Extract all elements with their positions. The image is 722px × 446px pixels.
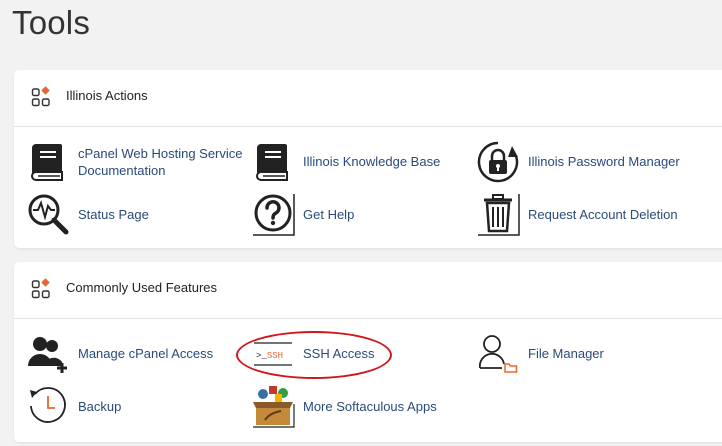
panel-illinois-actions: Illinois Actions cPanel Web Hosting Serv… bbox=[14, 70, 722, 248]
item-label: SSH Access bbox=[303, 346, 375, 361]
magnifier-pulse-icon bbox=[28, 194, 69, 235]
item-label: Manage cPanel Access bbox=[78, 346, 214, 361]
item-label: Request Account Deletion bbox=[528, 207, 678, 222]
book-icon bbox=[30, 144, 63, 181]
trash-icon bbox=[478, 194, 520, 236]
question-icon bbox=[253, 194, 295, 236]
tools-page: Tools Illinois Actions cPanel Web Hostin… bbox=[0, 0, 722, 446]
item-label: File Manager bbox=[528, 346, 604, 361]
softaculous-box-icon bbox=[253, 386, 295, 428]
app-grid-icon bbox=[31, 278, 50, 299]
lock-refresh-icon bbox=[477, 141, 519, 183]
clock-backup-icon bbox=[30, 387, 66, 423]
book-icon bbox=[255, 144, 288, 181]
users-add-icon bbox=[28, 337, 67, 373]
item-label: Illinois Password Manager bbox=[528, 154, 680, 169]
app-grid-icon bbox=[31, 86, 50, 107]
item-label: Illinois Knowledge Base bbox=[303, 154, 441, 169]
page-title: Tools bbox=[12, 4, 91, 41]
panel-title: Illinois Actions bbox=[66, 88, 148, 103]
panel-header[interactable]: Illinois Actions bbox=[14, 70, 722, 127]
panel-title: Commonly Used Features bbox=[66, 280, 217, 295]
terminal-ssh-icon: >_SSH bbox=[254, 342, 292, 366]
item-label-line2: Documentation bbox=[78, 163, 166, 178]
item-label: Status Page bbox=[78, 207, 149, 222]
item-label: cPanel Web Hosting Service bbox=[78, 146, 243, 161]
item-label: Backup bbox=[78, 399, 122, 414]
item-label: Get Help bbox=[303, 207, 355, 222]
panel-header[interactable]: Commonly Used Features bbox=[14, 262, 722, 319]
svg-text:>_SSH: >_SSH bbox=[256, 351, 283, 361]
user-folder-icon bbox=[478, 335, 518, 373]
panel-commonly-used-features: Commonly Used Features Manage cPanel Acc… bbox=[14, 262, 722, 442]
item-label: More Softaculous Apps bbox=[303, 399, 437, 414]
